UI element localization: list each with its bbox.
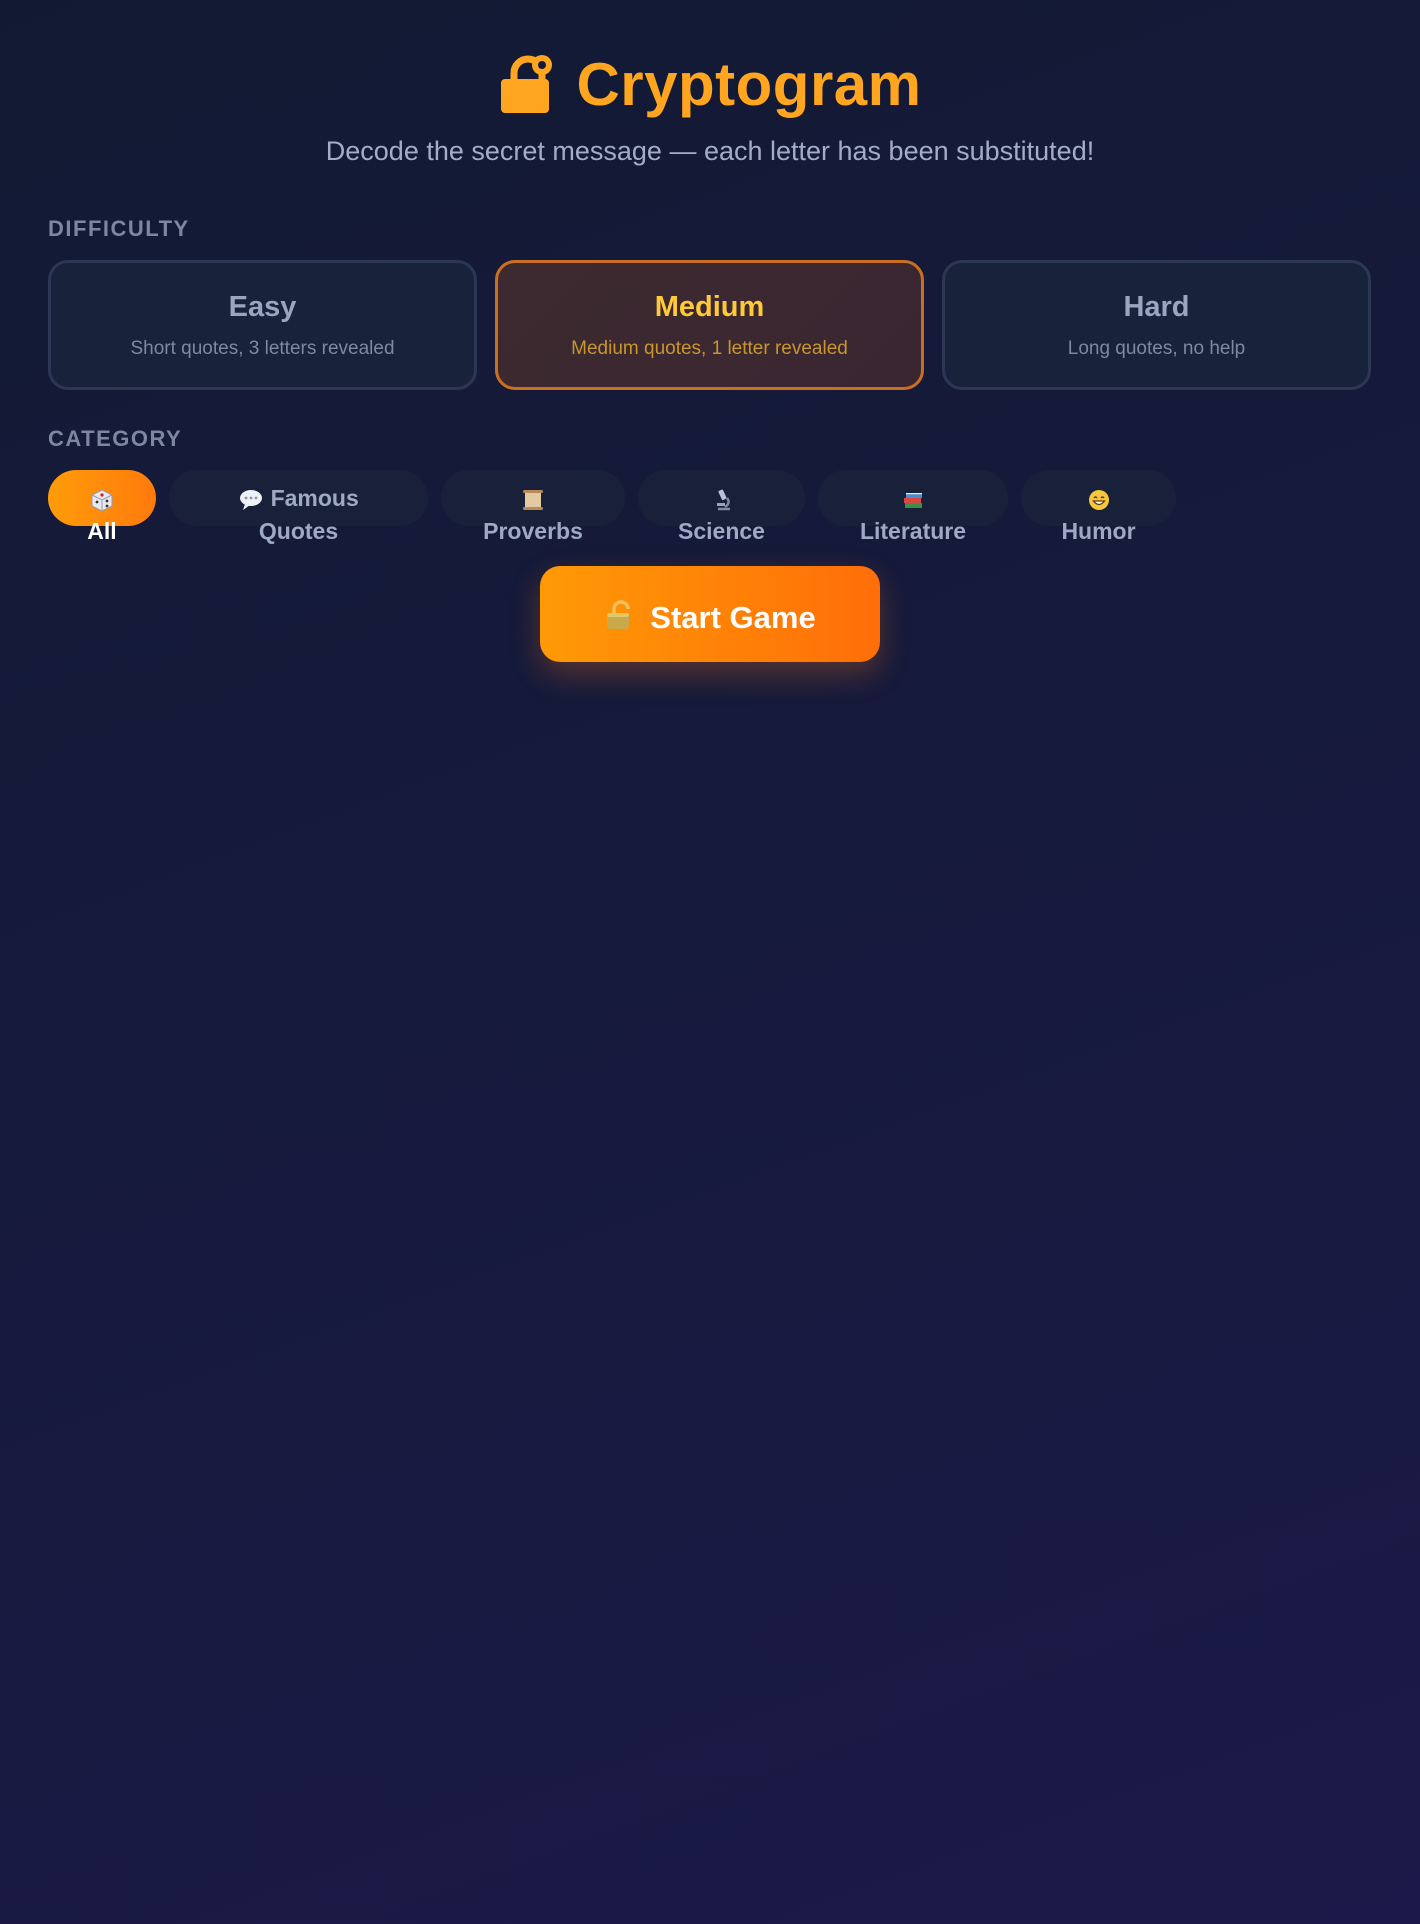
category-chip-proverbs[interactable]: Proverbs: [441, 470, 625, 544]
category-name: Science: [678, 518, 765, 544]
category-name: Proverbs: [483, 518, 583, 544]
app-title: Cryptogram: [0, 48, 1420, 120]
difficulty-hard-card[interactable]: Hard Long quotes, no help: [942, 260, 1371, 390]
dice-icon: [89, 488, 115, 512]
category-chip-all[interactable]: All: [48, 470, 156, 544]
category-chip-famous-quotes[interactable]: Famous Quotes: [169, 470, 428, 544]
category-chip-humor[interactable]: Humor: [1021, 470, 1176, 544]
microscope-icon: [709, 488, 735, 512]
difficulty-options: Easy Short quotes, 3 letters revealed Me…: [48, 260, 1371, 390]
header: Cryptogram Decode the secret message — e…: [0, 48, 1420, 167]
difficulty-name: Medium: [654, 290, 765, 323]
difficulty-medium-card[interactable]: Medium Medium quotes, 1 letter revealed: [495, 260, 924, 390]
category-options: All Famous Quotes Proverbs Science Liter…: [48, 470, 1176, 544]
lock-icon: [498, 53, 558, 115]
difficulty-easy-card[interactable]: Easy Short quotes, 3 letters revealed: [48, 260, 477, 390]
books-icon: [900, 488, 926, 512]
difficulty-description: Medium quotes, 1 letter revealed: [571, 337, 848, 359]
difficulty-description: Short quotes, 3 letters revealed: [130, 337, 395, 359]
difficulty-label: DIFFICULTY: [48, 216, 190, 241]
difficulty-name: Easy: [228, 290, 297, 323]
title-text: Cryptogram: [576, 50, 922, 118]
category-chip-science[interactable]: Science: [638, 470, 805, 544]
category-name: Literature: [859, 518, 967, 544]
unlock-icon: [604, 599, 636, 631]
category-name: Humor: [1061, 518, 1136, 544]
start-game-button[interactable]: Start Game: [540, 566, 880, 662]
category-name: Famous Quotes: [258, 485, 359, 544]
category-label: CATEGORY: [48, 426, 183, 451]
start-game-label: Start Game: [650, 600, 816, 635]
grinning-face-icon: [1086, 488, 1112, 512]
scroll-icon: [520, 488, 546, 512]
subtitle: Decode the secret message — each letter …: [325, 136, 1095, 166]
category-chip-literature[interactable]: Literature: [818, 470, 1008, 544]
speech-bubble-icon: [238, 488, 264, 512]
category-name: All: [87, 518, 117, 544]
difficulty-name: Hard: [1123, 290, 1190, 323]
difficulty-description: Long quotes, no help: [1067, 337, 1246, 359]
